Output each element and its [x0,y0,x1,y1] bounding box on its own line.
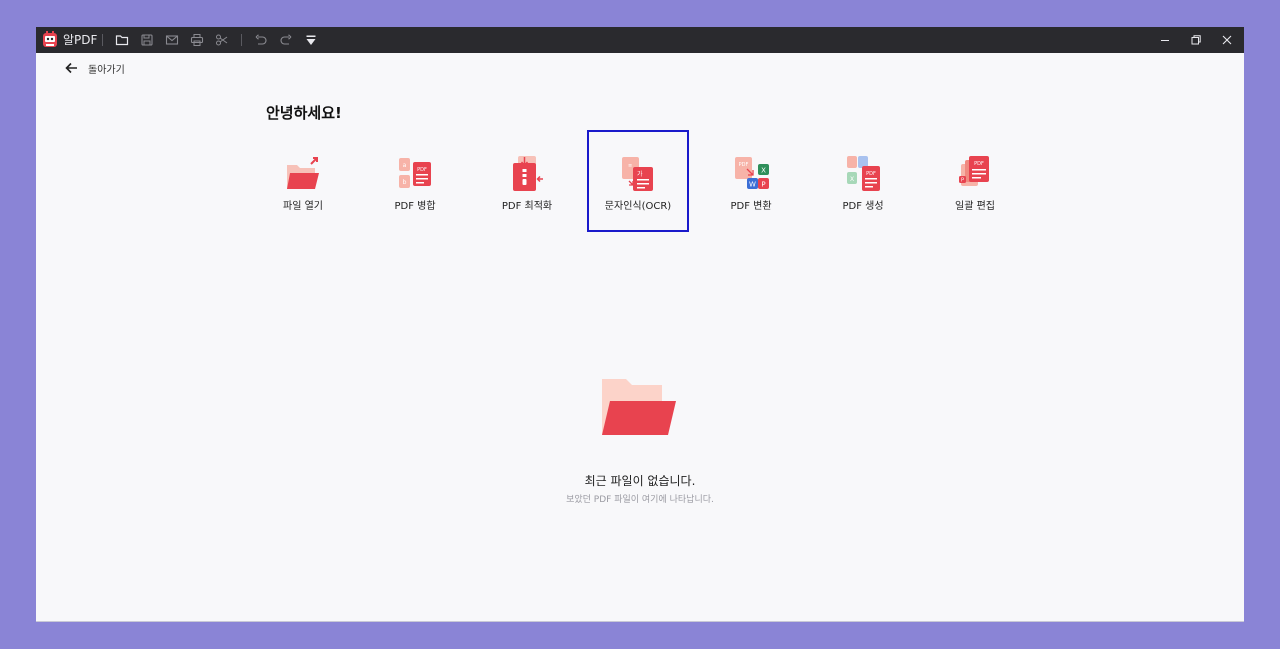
tool-label: PDF 최적화 [501,201,553,212]
svg-text:W: W [749,181,756,189]
quick-menu-icon[interactable] [304,33,318,47]
arrow-left-icon [65,62,77,74]
open-file-icon [287,157,319,189]
greeting-heading: 안녕하세요! [266,104,342,122]
title-bar: 알PDF [36,27,1244,53]
svg-text:PDF: PDF [739,162,749,168]
svg-text:X: X [850,176,854,183]
tool-label: PDF 병합 [394,201,436,212]
tool-merge-pdf[interactable]: a b PDF PDF 병합 [364,130,466,232]
empty-state-title: 최근 파일이 없습니다. [584,474,696,488]
svg-text:가: 가 [637,170,643,178]
empty-state-subtitle: 보았던 PDF 파일이 여기에 나타납니다. [566,495,714,505]
close-icon[interactable] [1220,33,1234,47]
tool-label: 파일 열기 [283,201,323,212]
toolbar-separator [102,34,103,46]
scissors-icon[interactable] [215,33,229,47]
tool-create-pdf[interactable]: X PDF PDF 생성 [812,130,914,232]
minimize-icon[interactable] [1158,33,1172,47]
undo-icon[interactable] [254,33,268,47]
tool-label: 일괄 편집 [955,201,995,212]
app-name: 알PDF [63,33,98,47]
save-icon[interactable] [140,33,154,47]
svg-text:P: P [961,178,964,184]
back-label: 돌아가기 [88,65,125,76]
app-window: 알PDF 돌아가기 안녕하세요! 파일 열기 a b PDF PDF 병합 PD… [36,27,1244,622]
tool-batch-edit[interactable]: PDF P 일괄 편집 [924,130,1026,232]
empty-folder-icon [602,379,676,435]
svg-text:a: a [403,162,407,169]
toolbar-separator [241,34,242,46]
svg-text:≡: ≡ [628,163,632,169]
ocr-icon: ≡ 가 [622,157,653,191]
tool-optimize-pdf[interactable]: PDF 최적화 [476,130,578,232]
svg-text:X: X [761,167,766,175]
tool-label: 문자인식(OCR) [604,201,672,212]
print-icon[interactable] [190,33,204,47]
optimize-pdf-icon [513,156,543,191]
tool-label: PDF 생성 [842,201,884,212]
tool-ocr[interactable]: ≡ 가 문자인식(OCR) [587,130,689,232]
svg-text:PDF: PDF [866,171,876,177]
app-logo-icon [43,31,57,47]
svg-text:PDF: PDF [974,161,984,167]
create-pdf-icon: X PDF [847,156,880,191]
convert-pdf-icon: PDF X W P [735,157,769,189]
restore-icon[interactable] [1189,33,1203,47]
open-folder-icon[interactable] [115,33,129,47]
mail-icon[interactable] [165,33,179,47]
redo-icon[interactable] [279,33,293,47]
svg-text:PDF: PDF [417,167,427,173]
tool-convert-pdf[interactable]: PDF X W P PDF 변환 [700,130,802,232]
tool-label: PDF 변환 [730,201,772,212]
batch-edit-icon: PDF P [959,156,989,186]
merge-pdf-icon: a b PDF [399,158,431,188]
svg-text:b: b [403,179,407,186]
tool-open-file[interactable]: 파일 열기 [252,130,354,232]
svg-text:P: P [761,181,765,189]
